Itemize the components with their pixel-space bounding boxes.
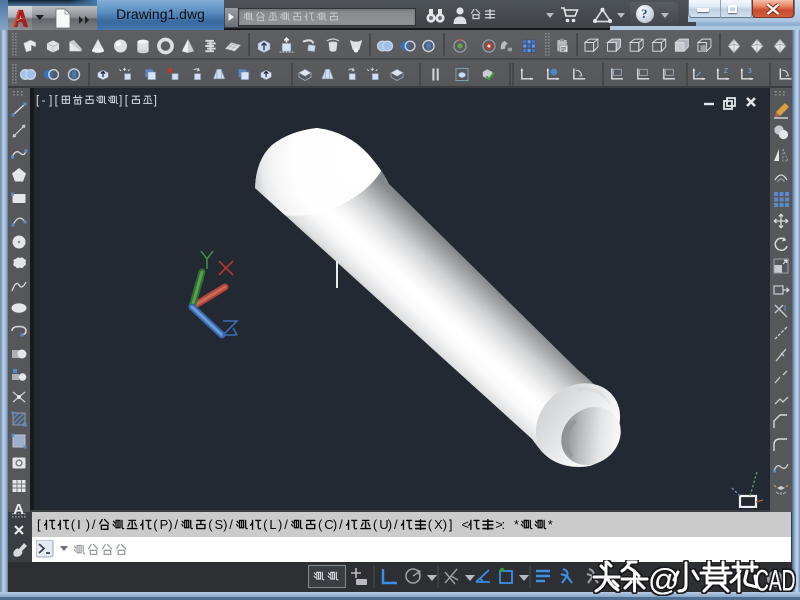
svg-text:[: [ <box>125 95 129 107</box>
svg-text:]: ] <box>154 95 157 107</box>
svg-text:]: ] <box>119 95 122 107</box>
svg-text:[: [ <box>55 95 59 107</box>
svg-text:CAD: CAD <box>755 564 796 597</box>
svg-text:3: 3 <box>748 68 752 75</box>
svg-text:[: [ <box>36 95 40 107</box>
svg-text:-: - <box>42 95 46 107</box>
svg-text:]: ] <box>49 95 52 107</box>
svg-text:Z: Z <box>724 68 728 75</box>
svg-text:A: A <box>13 501 24 518</box>
